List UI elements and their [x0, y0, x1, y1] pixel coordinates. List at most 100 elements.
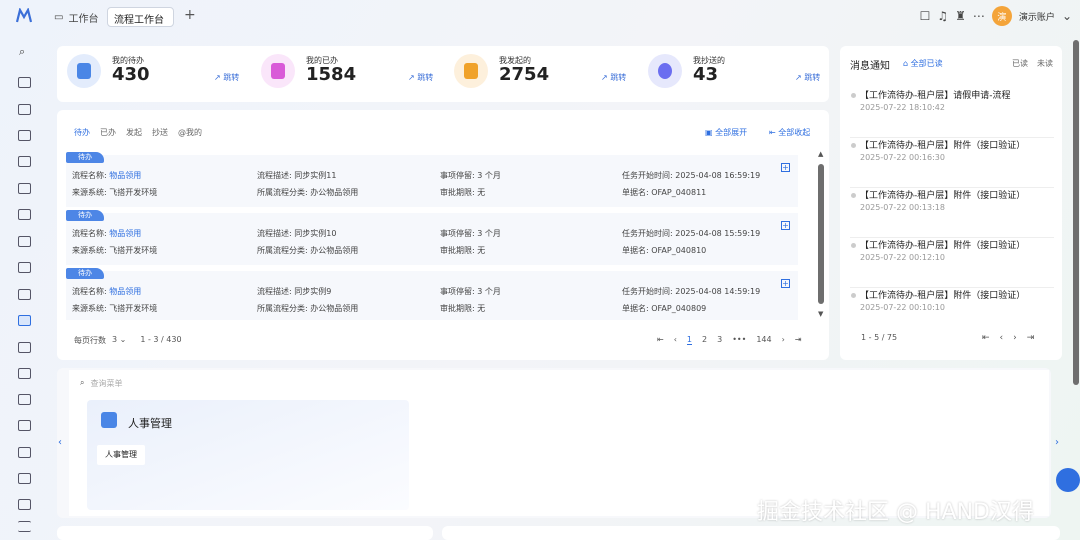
- scrollbar-thumb[interactable]: [1073, 40, 1079, 385]
- more-icon[interactable]: ⋯: [973, 9, 985, 23]
- app-logo[interactable]: [16, 8, 32, 24]
- next-page-icon[interactable]: ›: [1013, 333, 1017, 343]
- expand-row-icon[interactable]: +: [781, 221, 790, 230]
- message-icon[interactable]: ☐: [920, 9, 931, 23]
- sidebar-menu-icon[interactable]: [18, 183, 31, 194]
- scrollbar-thumb[interactable]: [818, 164, 824, 304]
- collapse-all-button[interactable]: ⇤ 全部收起: [769, 127, 810, 138]
- stat-done: 我的已办 1584 ↗ 跳转: [253, 50, 433, 100]
- message-item[interactable]: 【工作流待办-租户层】附件（接口验证） 2025-07-22 00:13:18: [850, 188, 1054, 238]
- prev-page-icon[interactable]: ‹: [1000, 333, 1004, 343]
- menu-search-input[interactable]: 查询菜单: [90, 378, 122, 389]
- sidebar-menu-icon[interactable]: [18, 209, 31, 220]
- sidebar-menu-icon[interactable]: [18, 289, 31, 300]
- sidebar-menu-icon[interactable]: [18, 104, 31, 115]
- sidebar-menu-icon[interactable]: [18, 447, 31, 458]
- sidebar-menu-icon[interactable]: [18, 473, 31, 484]
- jump-link[interactable]: ↗ 跳转: [214, 72, 239, 83]
- message-range: 1 - 5 / 75: [861, 333, 898, 342]
- bell-icon[interactable]: ♫: [937, 9, 948, 23]
- sidebar-menu-icon[interactable]: [18, 499, 31, 510]
- task-item[interactable]: 待办 + 流程名称: 物品领用 流程描述: 同步实例11 事项停留: 3 个月 …: [66, 152, 798, 207]
- sidebar-menu-icon[interactable]: [18, 420, 31, 431]
- tab-todo[interactable]: 待办: [74, 127, 90, 138]
- chevron-left-icon[interactable]: ‹: [58, 437, 62, 448]
- source-system: 来源系统: 飞搭开发环境: [72, 246, 158, 255]
- account-name[interactable]: 演示账户: [1019, 10, 1055, 23]
- sidebar-menu-icon[interactable]: [18, 394, 31, 405]
- unread-dot: [851, 243, 856, 248]
- message-item[interactable]: 【工作流待办-租户层】附件（接口验证） 2025-07-22 00:10:10: [850, 288, 1054, 338]
- hr-menu-group: 人事管理 人事管理: [87, 400, 409, 510]
- avatar[interactable]: 演: [991, 6, 1012, 26]
- hr-icon: [101, 412, 117, 428]
- page-1[interactable]: 1: [686, 335, 692, 345]
- message-item[interactable]: 【工作流待办-租户层】附件（接口验证） 2025-07-22 00:12:10: [850, 238, 1054, 288]
- jump-link[interactable]: ↗ 跳转: [795, 72, 820, 83]
- chevron-down-icon[interactable]: ⌄: [1062, 9, 1072, 23]
- bottom-card: [442, 526, 1060, 540]
- add-tab-button[interactable]: +: [184, 7, 196, 23]
- message-item[interactable]: 【工作流待办-租户层】附件（接口验证） 2025-07-22 00:16:30: [850, 138, 1054, 188]
- page-2[interactable]: 2: [702, 335, 707, 345]
- process-link[interactable]: 物品领用: [109, 229, 141, 238]
- trash-icon: ⌂: [903, 59, 911, 68]
- task-item[interactable]: 待办 + 流程名称: 物品领用 流程描述: 同步实例10 事项停留: 3 个月 …: [66, 210, 798, 265]
- top-bar: ▭ 工作台 流程工作台 + ☐ ♫ ♜ ⋯ 演 演示账户 ⌄: [0, 0, 1080, 34]
- hr-menu-item[interactable]: 人事管理: [97, 445, 145, 465]
- read-all-button[interactable]: ⌂ 全部已读: [903, 58, 943, 69]
- tab-process-workbench[interactable]: 流程工作台: [107, 7, 174, 27]
- tab-cc[interactable]: 抄送: [152, 127, 168, 138]
- page-scrollbar[interactable]: [1073, 40, 1079, 540]
- message-item[interactable]: 【工作流待办-租户层】请假申请-流程 2025-07-22 18:10:42: [850, 88, 1054, 138]
- message-pagination: ⇤ ‹ › ⇥: [982, 333, 1034, 343]
- scroll-up-icon[interactable]: ▲: [818, 150, 823, 158]
- page-last[interactable]: 144: [756, 335, 771, 345]
- process-link[interactable]: 物品领用: [109, 287, 141, 296]
- first-page-icon[interactable]: ⇤: [657, 335, 664, 345]
- process-name: 流程名称: 物品领用: [72, 171, 142, 180]
- task-item[interactable]: 待办 + 流程名称: 物品领用 流程描述: 同步实例9 事项停留: 3 个月 任…: [66, 268, 798, 320]
- rows-per-page-select[interactable]: 3 ⌄: [112, 335, 126, 346]
- process-name: 流程名称: 物品领用: [72, 287, 142, 296]
- sidebar-menu-icon[interactable]: [18, 342, 31, 353]
- filter-unread[interactable]: 未读: [1037, 58, 1053, 69]
- sidebar-workflow-icon[interactable]: [18, 315, 31, 326]
- chat-icon[interactable]: [1056, 468, 1080, 492]
- shirt-icon[interactable]: ♜: [955, 9, 966, 23]
- process-link[interactable]: 物品领用: [109, 171, 141, 180]
- stat-value: 430: [112, 64, 150, 85]
- first-page-icon[interactable]: ⇤: [982, 333, 990, 343]
- scroll-down-icon[interactable]: ▼: [818, 310, 823, 318]
- status-badge: 待办: [66, 152, 104, 163]
- expand-row-icon[interactable]: +: [781, 279, 790, 288]
- sidebar-menu-icon[interactable]: [18, 156, 31, 167]
- sidebar-menu-icon[interactable]: [18, 262, 31, 273]
- sidebar-menu-icon[interactable]: [18, 236, 31, 247]
- tab-done[interactable]: 已办: [100, 127, 116, 138]
- task-list-scrollbar[interactable]: ▲ ▼: [818, 150, 824, 320]
- sidebar-menu-icon[interactable]: [18, 368, 31, 379]
- jump-link[interactable]: ↗ 跳转: [408, 72, 433, 83]
- jump-link[interactable]: ↗ 跳转: [601, 72, 626, 83]
- tab-workbench[interactable]: ▭ 工作台: [54, 10, 98, 25]
- stat-todo: 我的待办 430 ↗ 跳转: [59, 50, 239, 100]
- menu-collapse-icon[interactable]: [18, 521, 31, 532]
- sidebar-menu-icon[interactable]: [18, 130, 31, 141]
- tab-initiated[interactable]: 发起: [126, 127, 142, 138]
- last-page-icon[interactable]: ⇥: [795, 335, 802, 345]
- prev-page-icon[interactable]: ‹: [674, 335, 677, 345]
- search-icon[interactable]: ⌕: [19, 45, 25, 59]
- chevron-right-icon[interactable]: ›: [1055, 437, 1059, 448]
- expand-all-button[interactable]: ▣ 全部展开: [705, 127, 747, 138]
- filter-read[interactable]: 已读: [1012, 58, 1028, 69]
- expand-row-icon[interactable]: +: [781, 163, 790, 172]
- menu-search[interactable]: ⌕ 查询菜单: [80, 378, 122, 389]
- page-ellipsis[interactable]: •••: [732, 335, 746, 345]
- sidebar-menu-icon[interactable]: [18, 77, 31, 88]
- page-3[interactable]: 3: [717, 335, 722, 345]
- tab-mention[interactable]: @我的: [178, 127, 202, 138]
- pagination: ⇤ ‹ 1 2 3 ••• 144 › ⇥: [657, 335, 802, 345]
- next-page-icon[interactable]: ›: [782, 335, 785, 345]
- last-page-icon[interactable]: ⇥: [1027, 333, 1035, 343]
